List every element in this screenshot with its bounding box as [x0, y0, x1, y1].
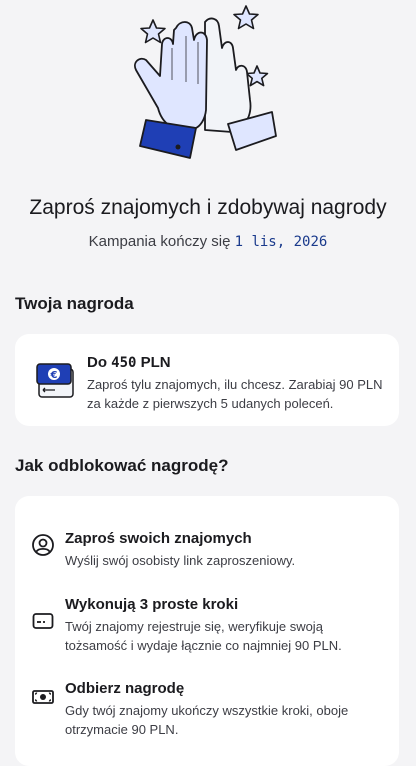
- high-five-illustration: [134, 5, 277, 159]
- star-icon: [245, 65, 269, 87]
- person-circle-icon: [32, 534, 54, 556]
- step-description: Gdy twój znajomy ukończy wszystkie kroki…: [65, 703, 349, 737]
- step-description: Twój znajomy rejestruje się, weryfikuje …: [65, 619, 342, 653]
- right-hand: [204, 17, 277, 151]
- campaign-end-date: 1 lis, 2026: [234, 234, 328, 250]
- how-section-title: Jak odblokować nagrodę?: [15, 456, 229, 475]
- reward-heading: Do 450 PLN: [87, 354, 171, 371]
- reward-currency: PLN: [140, 354, 171, 371]
- reward-heading-prefix: Do: [87, 354, 107, 371]
- reward-amount: 450: [111, 355, 137, 371]
- step-title: Zaproś swoich znajomych: [65, 530, 252, 547]
- step-title: Wykonują 3 proste kroki: [65, 596, 239, 613]
- reward-card: € Do 450 PLN Zaproś tylu znajomych, ilu …: [15, 334, 399, 426]
- campaign-end-label: Kampania kończy się: [88, 233, 231, 250]
- cash-euro-icon: €: [36, 363, 74, 398]
- reward-section-title: Twoja nagroda: [15, 294, 134, 313]
- reward-description: Zaproś tylu znajomych, ilu chcesz. Zarab…: [87, 377, 383, 411]
- star-icon: [140, 19, 166, 44]
- campaign-end-text: Kampania kończy się 1 lis, 2026: [0, 233, 416, 250]
- step-description: Wyślij swój osobisty link zaproszeniowy.: [65, 553, 296, 568]
- steps-card: Zaproś swoich znajomych Wyślij swój osob…: [15, 496, 399, 766]
- card-icon: [32, 613, 54, 629]
- step-title: Odbierz nagrodę: [65, 680, 185, 697]
- svg-text:€: €: [50, 370, 58, 381]
- page-title: Zaproś znajomych i zdobywaj nagrody: [29, 196, 387, 219]
- money-icon: [32, 690, 54, 704]
- star-icon: [233, 5, 259, 30]
